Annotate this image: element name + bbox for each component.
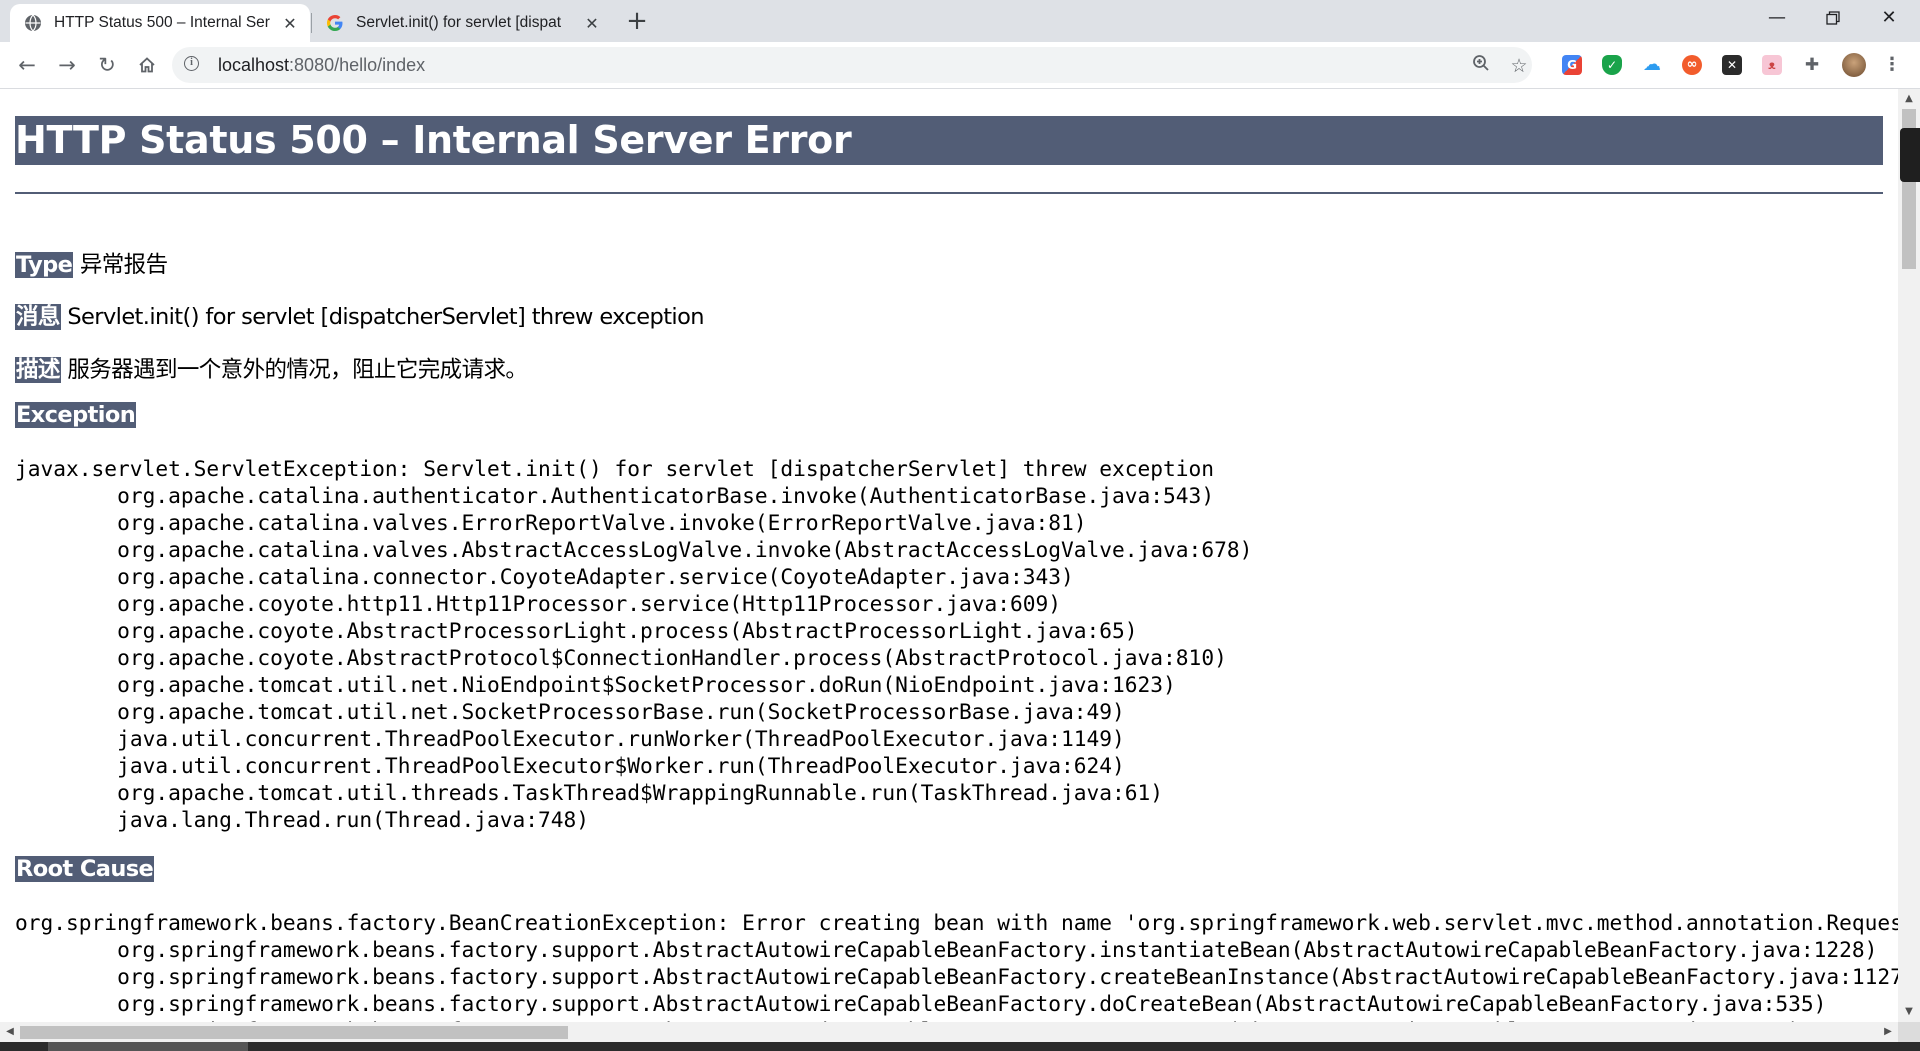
taskbar-item bbox=[48, 1042, 248, 1051]
tab-servlet-init[interactable]: Servlet.init() for servlet [dispat ✕ bbox=[312, 4, 612, 42]
shield-icon[interactable]: ✓ bbox=[1602, 55, 1622, 75]
address-bar[interactable]: i localhost:8080/hello/index ☆ bbox=[172, 47, 1532, 83]
scroll-up-icon[interactable]: ▲ bbox=[1898, 89, 1920, 109]
cat-icon[interactable]: ᴥ bbox=[1762, 55, 1782, 75]
type-value: 异常报告 bbox=[79, 252, 168, 278]
url-host: localhost bbox=[218, 55, 290, 75]
page-viewport: HTTP Status 500 – Internal Server Error … bbox=[0, 89, 1898, 1022]
scrollbar-corner bbox=[1898, 1022, 1920, 1042]
minimize-icon[interactable]: — bbox=[1750, 0, 1804, 38]
avatar-icon[interactable] bbox=[1842, 53, 1866, 77]
new-tab-button[interactable]: + bbox=[622, 6, 652, 36]
message-value: Servlet.init() for servlet [dispatcherSe… bbox=[67, 304, 704, 330]
google-g-icon bbox=[326, 14, 344, 32]
type-label: Type bbox=[15, 252, 74, 278]
url-text[interactable]: localhost:8080/hello/index bbox=[218, 47, 425, 83]
close-window-icon[interactable]: ✕ bbox=[1862, 0, 1916, 38]
page-title: HTTP Status 500 – Internal Server Error bbox=[15, 116, 1883, 165]
exception-heading: Exception bbox=[15, 402, 137, 428]
description-row: 描述 服务器遇到一个意外的情况，阻止它完成请求。 bbox=[15, 352, 528, 384]
description-label: 描述 bbox=[15, 357, 61, 383]
url-path: :8080/hello/index bbox=[289, 55, 426, 75]
globe-icon bbox=[24, 14, 42, 32]
home-icon[interactable] bbox=[132, 50, 162, 80]
root-cause-label: Root Cause bbox=[15, 856, 155, 882]
tab-strip: HTTP Status 500 – Internal Ser ✕ Servlet… bbox=[0, 0, 1920, 42]
restore-icon[interactable] bbox=[1806, 0, 1860, 38]
browser-toolbar: ← → ↻ i localhost:8080/hello/index ☆ G ✓… bbox=[0, 42, 1920, 89]
scroll-down-icon[interactable]: ▼ bbox=[1898, 1002, 1920, 1022]
star-icon[interactable]: ☆ bbox=[1506, 53, 1532, 79]
side-panel-handle[interactable] bbox=[1900, 128, 1920, 182]
puzzle-icon[interactable]: ✚ bbox=[1802, 55, 1822, 75]
info-icon[interactable]: i bbox=[184, 56, 199, 71]
zoom-icon[interactable] bbox=[1468, 53, 1494, 79]
error-page: HTTP Status 500 – Internal Server Error … bbox=[15, 116, 1898, 1022]
exception-label: Exception bbox=[15, 402, 137, 428]
cloud-icon[interactable]: ☁ bbox=[1642, 55, 1662, 75]
scroll-left-icon[interactable]: ◀ bbox=[0, 1022, 20, 1042]
divider bbox=[15, 192, 1883, 194]
infinity-icon[interactable]: ∞ bbox=[1682, 55, 1702, 75]
close-tab-icon[interactable]: ✕ bbox=[582, 14, 602, 33]
message-label: 消息 bbox=[15, 304, 61, 330]
kebab-menu-icon[interactable]: ⋮ bbox=[1882, 55, 1902, 75]
taskbar-strip bbox=[0, 1042, 1920, 1051]
vertical-scrollbar[interactable]: ▲ ▼ bbox=[1898, 89, 1920, 1022]
message-row: 消息 Servlet.init() for servlet [dispatche… bbox=[15, 299, 705, 331]
horizontal-scrollbar[interactable]: ◀ ▶ bbox=[0, 1022, 1898, 1042]
exception-stack-trace: javax.servlet.ServletException: Servlet.… bbox=[15, 456, 1253, 832]
tab-title: Servlet.init() for servlet [dispat bbox=[356, 14, 562, 31]
reload-icon[interactable]: ↻ bbox=[92, 50, 122, 80]
horizontal-scroll-thumb[interactable] bbox=[20, 1026, 568, 1039]
root-cause-heading: Root Cause bbox=[15, 856, 155, 882]
arrow-right-icon[interactable]: → bbox=[52, 50, 82, 80]
description-value: 服务器遇到一个意外的情况，阻止它完成请求。 bbox=[67, 357, 528, 383]
arrow-left-icon[interactable]: ← bbox=[12, 50, 42, 80]
tab-http-status-500[interactable]: HTTP Status 500 – Internal Ser ✕ bbox=[10, 4, 310, 42]
google-translate-icon[interactable]: G bbox=[1562, 55, 1582, 75]
tab-title: HTTP Status 500 – Internal Ser bbox=[54, 14, 270, 31]
x-icon[interactable]: ✕ bbox=[1722, 55, 1742, 75]
type-row: Type 异常报告 bbox=[15, 247, 168, 279]
root-cause-stack-trace: org.springframework.beans.factory.BeanCr… bbox=[15, 910, 1898, 1022]
scroll-right-icon[interactable]: ▶ bbox=[1878, 1022, 1898, 1042]
close-tab-icon[interactable]: ✕ bbox=[280, 14, 300, 33]
